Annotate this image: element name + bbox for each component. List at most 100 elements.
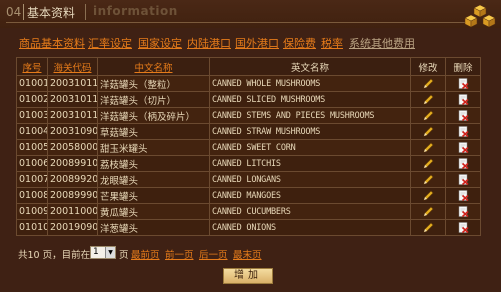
- nav-item-other-fees[interactable]: 系统其他费用: [349, 35, 415, 51]
- cell-cn-name: 芒果罐头: [97, 187, 210, 204]
- table-header-row: 序号 海关代码 中文名称 英文名称 修改 删除: [16, 57, 481, 76]
- column-header-seq: 序号: [16, 57, 48, 76]
- delete-icon[interactable]: [458, 78, 469, 89]
- pencil-icon[interactable]: [422, 78, 434, 90]
- cell-en-name: CANNED STEMS AND PIECES MUSHROOMS: [209, 107, 411, 124]
- cell-en-name: CANNED LITCHIS: [209, 155, 411, 172]
- pencil-icon[interactable]: [422, 190, 434, 202]
- delete-icon[interactable]: [458, 110, 469, 121]
- cubes-icon: [464, 4, 496, 28]
- cell-cn-name: 草菇罐头: [97, 123, 210, 140]
- pager-total-text: 共10 页，目前在第: [18, 250, 100, 261]
- cell-cn-name: 荔枝罐头: [97, 155, 210, 172]
- table-row: 01010 20019090 洋葱罐头 CANNED ONIONS: [16, 219, 481, 236]
- nav-item-inland-port[interactable]: 内陆港口: [187, 35, 231, 51]
- cell-hs-code: 20089990: [47, 187, 98, 204]
- table-row: 01006 20089910 荔枝罐头 CANNED LITCHIS: [16, 155, 481, 172]
- nav-item-exchange-rate[interactable]: 汇率设定: [88, 35, 132, 51]
- cell-delete: [445, 107, 481, 124]
- sort-seq-link[interactable]: 序号: [22, 63, 41, 74]
- page-frame: 04 基本资料 information 商品基本资料 汇率设定 国家设定 内陆港…: [0, 0, 501, 292]
- cell-cn-name: 黄瓜罐头: [97, 203, 210, 220]
- cell-hs-code: 20031090: [47, 123, 98, 140]
- table-row: 01001 20031011 洋菇罐头（整粒） CANNED WHOLE MUSHRO…: [16, 75, 481, 92]
- last-page-link[interactable]: 最末页: [233, 247, 262, 261]
- cell-hs-code: 20089910: [47, 155, 98, 172]
- cell-delete: [445, 219, 481, 236]
- header-divider: [23, 4, 24, 20]
- cell-seq: 01008: [16, 187, 48, 204]
- cell-delete: [445, 75, 481, 92]
- cell-edit: [410, 107, 446, 124]
- cell-seq: 01007: [16, 171, 48, 188]
- column-header-edit: 修改: [410, 57, 446, 76]
- pencil-icon[interactable]: [422, 222, 434, 234]
- cell-en-name: CANNED SLICED MUSHROOMS: [209, 91, 411, 108]
- cell-en-name: CANNED LONGANS: [209, 171, 411, 188]
- delete-icon[interactable]: [458, 94, 469, 105]
- cell-cn-name: 洋菇罐头（柄及碎片）: [97, 107, 210, 124]
- cell-en-name: CANNED WHOLE MUSHROOMS: [209, 75, 411, 92]
- cell-en-name: CANNED STRAW MUSHROOMS: [209, 123, 411, 140]
- next-page-link[interactable]: 后一页: [199, 247, 228, 261]
- cell-edit: [410, 123, 446, 140]
- add-button[interactable]: 增加: [223, 268, 273, 284]
- pencil-icon[interactable]: [422, 126, 434, 138]
- section-header: 04 基本资料 information: [0, 0, 501, 28]
- cell-edit: [410, 219, 446, 236]
- nav-item-insurance[interactable]: 保险费: [283, 35, 316, 51]
- nav-item-tax-rate[interactable]: 税率: [321, 35, 343, 51]
- header-divider: [85, 4, 86, 20]
- delete-icon[interactable]: [458, 190, 469, 201]
- chevron-down-icon: ▼: [105, 247, 115, 258]
- pencil-icon[interactable]: [422, 206, 434, 218]
- cell-delete: [445, 91, 481, 108]
- delete-icon[interactable]: [458, 158, 469, 169]
- table-row: 01002 20031011 洋菇罐头（切片） CANNED SLICED MUSHR…: [16, 91, 481, 108]
- table-row: 01008 20089990 芒果罐头 CANNED MANGOES: [16, 187, 481, 204]
- pager-page-suffix: 页: [119, 250, 129, 261]
- cell-seq: 01005: [16, 139, 48, 156]
- section-number: 04: [6, 5, 22, 19]
- table-row: 01004 20031090 草菇罐头 CANNED STRAW MUSHROOMS: [16, 123, 481, 140]
- cell-en-name: CANNED ONIONS: [209, 219, 411, 236]
- pencil-icon[interactable]: [422, 174, 434, 186]
- sort-cn-name-link[interactable]: 中文名称: [134, 63, 172, 74]
- cell-seq: 01004: [16, 123, 48, 140]
- delete-icon[interactable]: [458, 126, 469, 137]
- cell-en-name: CANNED SWEET CORN: [209, 139, 411, 156]
- delete-icon[interactable]: [458, 206, 469, 217]
- cell-cn-name: 甜玉米罐头: [97, 139, 210, 156]
- cell-hs-code: 20058000: [47, 139, 98, 156]
- delete-icon[interactable]: [458, 174, 469, 185]
- cell-hs-code: 20019090: [47, 219, 98, 236]
- cell-seq: 01001: [16, 75, 48, 92]
- prev-page-link[interactable]: 前一页: [165, 247, 194, 261]
- cell-edit: [410, 91, 446, 108]
- cell-edit: [410, 203, 446, 220]
- pencil-icon[interactable]: [422, 158, 434, 170]
- first-page-link[interactable]: 最前页: [131, 247, 160, 261]
- table-row: 01009 20011000 黄瓜罐头 CANNED CUCUMBERS: [16, 203, 481, 220]
- cell-cn-name: 洋菇罐头（整粒）: [97, 75, 210, 92]
- pencil-icon[interactable]: [422, 142, 434, 154]
- delete-icon[interactable]: [458, 142, 469, 153]
- sort-hs-code-link[interactable]: 海关代码: [53, 63, 91, 74]
- nav-item-foreign-port[interactable]: 国外港口: [235, 35, 279, 51]
- header-underline: [6, 22, 466, 23]
- column-header-hs-code: 海关代码: [47, 57, 98, 76]
- column-header-delete: 删除: [445, 57, 481, 76]
- nav-item-country[interactable]: 国家设定: [138, 35, 182, 51]
- cell-delete: [445, 187, 481, 204]
- column-header-cn-name: 中文名称: [97, 57, 210, 76]
- nav-item-product-info[interactable]: 商品基本资料: [19, 35, 85, 51]
- delete-icon[interactable]: [458, 222, 469, 233]
- cell-hs-code: 20011000: [47, 203, 98, 220]
- page-select-value: 1: [93, 247, 99, 257]
- page-select[interactable]: 1 ▼: [90, 246, 116, 259]
- pencil-icon[interactable]: [422, 94, 434, 106]
- pencil-icon[interactable]: [422, 110, 434, 122]
- cell-delete: [445, 139, 481, 156]
- cell-delete: [445, 203, 481, 220]
- cell-hs-code: 20031011: [47, 91, 98, 108]
